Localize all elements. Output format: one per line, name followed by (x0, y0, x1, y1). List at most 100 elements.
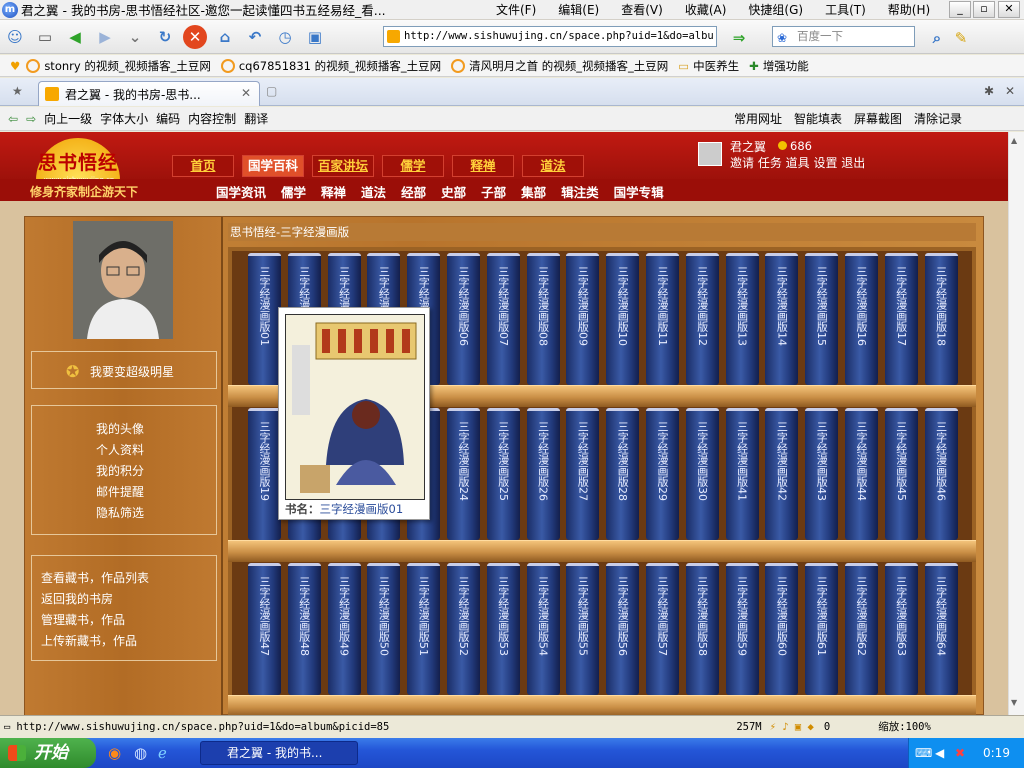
book-spine[interactable]: 三字经漫画版15 (805, 253, 839, 385)
star-link[interactable]: 我要变超级明星 (90, 363, 174, 380)
book-spine[interactable]: 三字经漫画版44 (845, 408, 878, 540)
go-icon[interactable]: ⇒ (727, 26, 751, 50)
book-spine[interactable]: 三字经漫画版16 (845, 253, 878, 385)
book-spine[interactable]: 三字经漫画版19 (248, 408, 281, 540)
firefox-icon[interactable]: ◉ (108, 744, 121, 762)
zoom-level[interactable]: 缩放:100% (878, 719, 931, 734)
book-spine[interactable]: 三字经漫画版63 (884, 563, 918, 695)
scroll-down-icon[interactable]: ▼ (1011, 698, 1017, 707)
forward-arrow-icon[interactable]: ⇨ (26, 112, 36, 126)
toolbar2-right-item-0[interactable]: 常用网址 (734, 110, 782, 127)
book-spine[interactable]: 三字经漫画版59 (725, 563, 759, 695)
book-spine[interactable]: 三字经漫画版45 (884, 408, 918, 540)
toolbar2-item-3[interactable]: 内容控制 (188, 110, 236, 127)
book-spine[interactable]: 三字经漫画版51 (407, 563, 441, 695)
book-spine[interactable]: 三字经漫画版52 (447, 563, 480, 695)
tab-star-icon[interactable]: ★ (12, 84, 23, 98)
menu-item-1[interactable]: 编辑(E) (558, 1, 599, 18)
subnav-item-3[interactable]: 道法 (361, 182, 386, 201)
book-spine[interactable]: 三字经漫画版17 (884, 253, 918, 385)
book-spine[interactable]: 三字经漫画版12 (685, 253, 719, 385)
nav-tab-1[interactable]: 国学百科 (242, 155, 304, 177)
book-spine[interactable]: 三字经漫画版29 (646, 408, 679, 540)
favorite-item-2[interactable]: 清风明月之首 的视频_视频播客_土豆网 (451, 58, 668, 74)
security-icon[interactable]: ✖ (955, 738, 965, 768)
book-spine[interactable]: 三字经漫画版62 (845, 563, 878, 695)
book-spine[interactable]: 三字经漫画版48 (287, 563, 321, 695)
book-spine[interactable]: 三字经漫画版27 (566, 408, 600, 540)
profile-link-4[interactable]: 隐私筛选 (96, 503, 216, 524)
site-logo[interactable]: 思书悟经 www.sishuwujing.cn (30, 138, 126, 184)
book-spine[interactable]: 三字经漫画版53 (486, 563, 520, 695)
search-input[interactable]: ❀ 百度一下 (772, 26, 915, 47)
window-icon[interactable]: ▣ (303, 25, 327, 49)
book-spine[interactable]: 三字经漫画版54 (526, 563, 560, 695)
book-spine[interactable]: 三字经漫画版42 (765, 408, 799, 540)
book-spine[interactable]: 三字经漫画版10 (606, 253, 640, 385)
subnav-item-9[interactable]: 国学专辑 (614, 182, 664, 201)
home-icon[interactable]: ⌂ (213, 25, 237, 49)
subnav-item-6[interactable]: 子部 (481, 182, 506, 201)
book-spine[interactable]: 三字经漫画版06 (447, 253, 480, 385)
forward-icon[interactable]: ▶ (93, 25, 117, 49)
book-spine[interactable]: 三字经漫画版13 (725, 253, 759, 385)
undo-icon[interactable]: ↶ (243, 25, 267, 49)
taskbar-window-button[interactable]: 君之翼 - 我的书... (200, 741, 358, 765)
keyboard-icon[interactable]: ⌨ (915, 738, 932, 768)
book-spine[interactable]: 三字经漫画版01 (248, 253, 281, 385)
menu-item-5[interactable]: 工具(T) (825, 1, 866, 18)
scroll-up-icon[interactable]: ▲ (1011, 136, 1017, 145)
nav-tab-4[interactable]: 释禅 (452, 155, 514, 177)
nav-tab-2[interactable]: 百家讲坛 (312, 155, 374, 177)
close-window-button[interactable]: ✕ (998, 1, 1020, 18)
search-icon[interactable]: ⌕ (925, 26, 949, 50)
toolbar2-item-4[interactable]: 翻译 (244, 110, 268, 127)
menu-item-6[interactable]: 帮助(H) (888, 1, 930, 18)
close-tab-bar-icon[interactable]: ✕ (1005, 84, 1015, 98)
subnav-item-1[interactable]: 儒学 (281, 182, 306, 201)
toolbar2-right-item-2[interactable]: 屏幕截图 (854, 110, 902, 127)
book-spine[interactable]: 三字经漫画版30 (685, 408, 719, 540)
user-icon[interactable]: ☺ (3, 25, 27, 49)
avatar[interactable] (698, 142, 722, 166)
nav-tab-5[interactable]: 道法 (522, 155, 584, 177)
book-spine[interactable]: 三字经漫画版47 (248, 563, 281, 695)
favorite-item-3[interactable]: ▭ 中医养生 (678, 58, 739, 74)
start-button[interactable]: 开始 (0, 738, 96, 768)
menu-item-2[interactable]: 查看(V) (621, 1, 663, 18)
favorites-star-icon[interactable]: ♥ (10, 59, 20, 73)
book-spine[interactable]: 三字经漫画版61 (805, 563, 839, 695)
back-arrow-icon[interactable]: ⇦ (8, 112, 18, 126)
subnav-item-5[interactable]: 史部 (441, 182, 466, 201)
profile-link-1[interactable]: 个人资料 (96, 440, 216, 461)
book-spine[interactable]: 三字经漫画版41 (725, 408, 759, 540)
maximize-button[interactable]: ▫ (973, 1, 995, 18)
book-spine[interactable]: 三字经漫画版26 (526, 408, 560, 540)
book-link-3[interactable]: 上传新藏书，作品 (41, 631, 216, 652)
book-spine[interactable]: 三字经漫画版46 (924, 408, 958, 540)
ie-icon[interactable]: ℯ (158, 744, 167, 762)
highlight-icon[interactable]: ✎ (949, 26, 973, 50)
toolbar2-item-1[interactable]: 字体大小 (100, 110, 148, 127)
page-scrollbar[interactable]: ▲ ▼ (1008, 132, 1024, 715)
stop-icon[interactable]: ✕ (183, 24, 207, 49)
status-tools-icon[interactable]: ⚡ ♪ ▣ ◆ (770, 721, 814, 733)
favorite-item-1[interactable]: cq67851831 的视频_视频播客_土豆网 (220, 58, 441, 74)
book-spine[interactable]: 三字经漫画版24 (447, 408, 480, 540)
subnav-item-8[interactable]: 辑注类 (561, 182, 599, 201)
book-preview-popup[interactable]: 书名：三字经漫画版01 (278, 307, 430, 520)
nav-tab-3[interactable]: 儒学 (382, 155, 444, 177)
new-tab-icon[interactable]: ▢ (266, 84, 277, 98)
browser-quicklaunch-icon[interactable]: ◍ (134, 744, 147, 762)
menu-item-3[interactable]: 收藏(A) (685, 1, 727, 18)
profile-link-0[interactable]: 我的头像 (96, 419, 216, 440)
dropdown-icon[interactable]: ⌄ (123, 25, 147, 49)
favorite-item-0[interactable]: stonry 的视频_视频播客_土豆网 (26, 58, 211, 74)
toolbar2-item-2[interactable]: 编码 (156, 110, 180, 127)
subnav-item-0[interactable]: 国学资讯 (216, 182, 266, 201)
user-photo[interactable] (73, 221, 173, 339)
book-spine[interactable]: 三字经漫画版14 (765, 253, 799, 385)
subnav-item-7[interactable]: 集部 (521, 182, 546, 201)
network-icon[interactable]: ◀ (935, 738, 944, 768)
username[interactable]: 君之翼 (730, 138, 766, 155)
